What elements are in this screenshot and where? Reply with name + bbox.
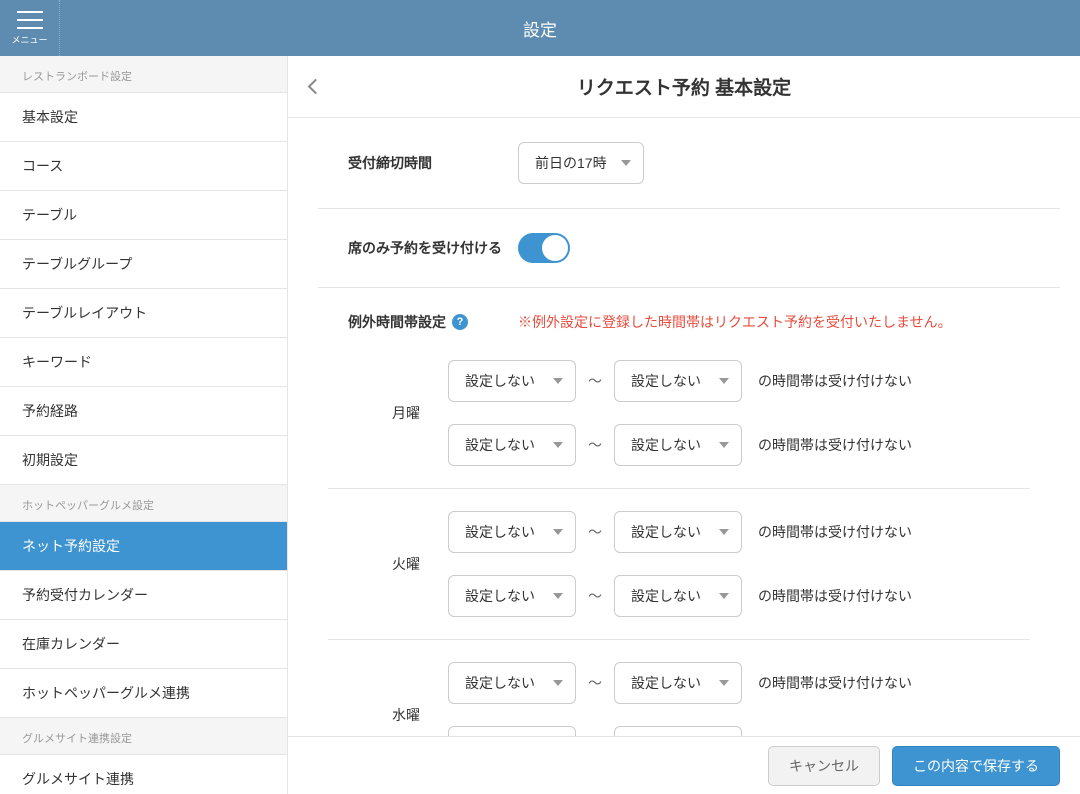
time-row: 設定しない 〜 設定しない の時間帯は受け付けない [448, 360, 1030, 402]
tilde: 〜 [588, 673, 602, 693]
chevron-down-icon [719, 680, 729, 686]
time-rows: 設定しない〜設定しないの時間帯は受け付けない設定しない〜設定しないの時間帯は受け… [448, 511, 1030, 617]
cancel-button[interactable]: キャンセル [768, 746, 880, 786]
seat-only-toggle[interactable] [518, 233, 570, 263]
menu-button[interactable]: メニュー [0, 0, 60, 56]
header-title: 設定 [0, 16, 1080, 41]
sidebar-section-header: ホットペッパーグルメ設定 [0, 485, 287, 522]
time-select-value: 設定しない [465, 522, 535, 542]
suffix-text: の時間帯は受け付けない [758, 673, 912, 693]
menu-label: メニュー [11, 33, 47, 46]
time-row: 設定しない 〜 設定しない の時間帯は受け付けない [448, 511, 1030, 553]
sidebar-item[interactable]: テーブル [0, 191, 287, 240]
chevron-down-icon [719, 529, 729, 535]
content-header: リクエスト予約 基本設定 [288, 56, 1080, 118]
exception-warning: ※例外設定に登録した時間帯はリクエスト予約を受付いたしません。 [518, 312, 952, 332]
sidebar-item[interactable]: 在庫カレンダー [0, 620, 287, 669]
sidebar-item[interactable]: テーブルグループ [0, 240, 287, 289]
time-select[interactable]: 設定しない [614, 424, 742, 466]
tilde: 〜 [588, 522, 602, 542]
seat-only-label: 席のみ予約を受け付ける [348, 238, 518, 258]
tilde: 〜 [588, 371, 602, 391]
time-rows: 設定しない〜設定しないの時間帯は受け付けない設定しない〜設定しないの時間帯は受け… [448, 360, 1030, 466]
sidebar-item[interactable]: ネット予約設定 [0, 522, 287, 571]
chevron-left-icon [307, 79, 323, 95]
time-select-value: 設定しない [631, 673, 701, 693]
row-seat-only: 席のみ予約を受け付ける [318, 209, 1060, 288]
tilde: 〜 [588, 586, 602, 606]
suffix-text: の時間帯は受け付けない [758, 371, 912, 391]
time-select-value: 設定しない [631, 435, 701, 455]
time-select[interactable]: 設定しない [448, 575, 576, 617]
sidebar-item[interactable]: 予約経路 [0, 387, 287, 436]
time-select-value: 設定しない [631, 586, 701, 606]
sidebar-item[interactable]: 初期設定 [0, 436, 287, 485]
sidebar-item[interactable]: 基本設定 [0, 93, 287, 142]
help-icon[interactable]: ? [452, 314, 468, 330]
day-label: 月曜 [328, 360, 448, 466]
time-select[interactable]: 設定しない [448, 360, 576, 402]
day-block: 火曜設定しない〜設定しないの時間帯は受け付けない設定しない〜設定しないの時間帯は… [328, 489, 1030, 640]
sidebar-item[interactable]: テーブルレイアウト [0, 289, 287, 338]
time-select[interactable]: 設定しない [614, 575, 742, 617]
sidebar-item[interactable]: グルメサイト連携 [0, 755, 287, 794]
back-button[interactable] [288, 56, 338, 118]
exception-label: 例外時間帯設定 [348, 312, 446, 332]
sidebar-item[interactable]: キーワード [0, 338, 287, 387]
deadline-select[interactable]: 前日の17時 [518, 142, 644, 184]
app-header: メニュー 設定 [0, 0, 1080, 56]
hamburger-icon [17, 11, 43, 29]
tilde: 〜 [588, 435, 602, 455]
time-select-value: 設定しない [631, 371, 701, 391]
chevron-down-icon [553, 593, 563, 599]
time-select[interactable]: 設定しない [614, 662, 742, 704]
time-select[interactable]: 設定しない [448, 424, 576, 466]
exception-area: 月曜設定しない〜設定しないの時間帯は受け付けない設定しない〜設定しないの時間帯は… [288, 338, 1080, 791]
exception-label-wrap: 例外時間帯設定 ? [348, 312, 518, 332]
chevron-down-icon [719, 378, 729, 384]
sidebar-item[interactable]: コース [0, 142, 287, 191]
sidebar-item[interactable]: ホットペッパーグルメ連携 [0, 669, 287, 718]
time-select[interactable]: 設定しない [448, 662, 576, 704]
sidebar-item[interactable]: 予約受付カレンダー [0, 571, 287, 620]
day-label: 火曜 [328, 511, 448, 617]
suffix-text: の時間帯は受け付けない [758, 586, 912, 606]
day-block: 月曜設定しない〜設定しないの時間帯は受け付けない設定しない〜設定しないの時間帯は… [328, 338, 1030, 489]
chevron-down-icon [621, 160, 631, 166]
chevron-down-icon [553, 378, 563, 384]
deadline-label: 受付締切時間 [348, 153, 518, 173]
time-row: 設定しない 〜 設定しない の時間帯は受け付けない [448, 424, 1030, 466]
time-select-value: 設定しない [465, 673, 535, 693]
time-select-value: 設定しない [465, 371, 535, 391]
chevron-down-icon [553, 529, 563, 535]
time-row: 設定しない 〜 設定しない の時間帯は受け付けない [448, 662, 1030, 704]
time-row: 設定しない 〜 設定しない の時間帯は受け付けない [448, 575, 1030, 617]
time-select-value: 設定しない [465, 435, 535, 455]
cancel-label: キャンセル [789, 756, 859, 776]
suffix-text: の時間帯は受け付けない [758, 435, 912, 455]
time-select[interactable]: 設定しない [448, 511, 576, 553]
page-title: リクエスト予約 基本設定 [288, 73, 1080, 100]
sidebar-section-header: レストランボード設定 [0, 56, 287, 93]
save-label: この内容で保存する [913, 756, 1039, 776]
content-area: リクエスト予約 基本設定 受付締切時間 前日の17時 席のみ予約を受け付ける 例… [288, 56, 1080, 794]
deadline-value: 前日の17時 [535, 153, 607, 173]
chevron-down-icon [553, 442, 563, 448]
time-select[interactable]: 設定しない [614, 360, 742, 402]
row-exception: 例外時間帯設定 ? ※例外設定に登録した時間帯はリクエスト予約を受付いたしません… [318, 288, 1060, 338]
content-body: 受付締切時間 前日の17時 席のみ予約を受け付ける 例外時間帯設定 ? ※例外設… [288, 118, 1080, 794]
row-deadline: 受付締切時間 前日の17時 [318, 118, 1060, 209]
chevron-down-icon [719, 442, 729, 448]
chevron-down-icon [553, 680, 563, 686]
time-select[interactable]: 設定しない [614, 511, 742, 553]
save-button[interactable]: この内容で保存する [892, 746, 1060, 786]
time-select-value: 設定しない [631, 522, 701, 542]
footer: キャンセル この内容で保存する [288, 736, 1080, 794]
suffix-text: の時間帯は受け付けない [758, 522, 912, 542]
chevron-down-icon [719, 593, 729, 599]
time-select-value: 設定しない [465, 586, 535, 606]
sidebar-section-header: グルメサイト連携設定 [0, 718, 287, 755]
toggle-knob [542, 235, 568, 261]
sidebar: レストランボード設定基本設定コーステーブルテーブルグループテーブルレイアウトキー… [0, 56, 288, 794]
